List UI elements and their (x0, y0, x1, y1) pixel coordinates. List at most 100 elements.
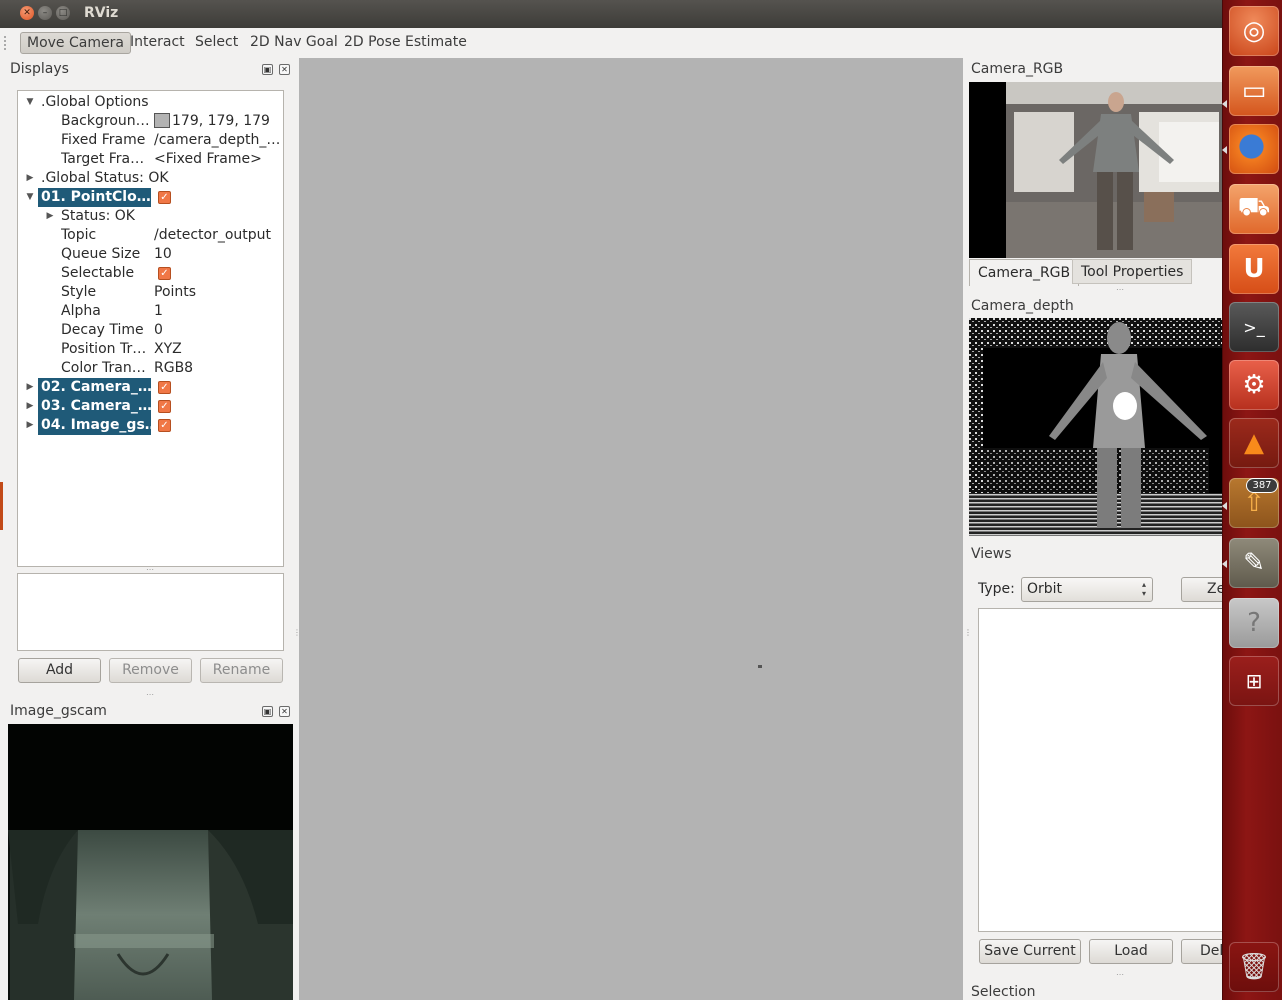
minimize-window-button[interactable]: – (38, 6, 52, 20)
tree-row-global-options[interactable]: ▼ .Global Options (18, 93, 283, 112)
close-icon[interactable]: ✕ (279, 706, 290, 717)
camera-rgb-panel-title: Camera_RGB (971, 61, 1064, 77)
tree-row-pointcloud[interactable]: ▼ 01. PointClo… ✓ (18, 188, 283, 207)
tree-row-image-gscam[interactable]: ▶ 04. Image_gs… ✓ (18, 416, 283, 435)
tree-row-camera-rgb[interactable]: ▶ 02. Camera_… ✓ (18, 378, 283, 397)
enabled-checkbox[interactable]: ✓ (158, 419, 171, 432)
toolbar-handle[interactable] (4, 36, 7, 50)
tree-row-selectable[interactable]: Selectable ✓ (18, 264, 283, 283)
enabled-checkbox[interactable]: ✓ (158, 400, 171, 413)
tool-move-camera[interactable]: Move Camera (20, 32, 131, 54)
color-swatch[interactable] (154, 113, 170, 128)
property-key: Style (61, 284, 97, 300)
close-icon[interactable]: ✕ (279, 64, 290, 75)
maximize-window-button[interactable]: □ (56, 6, 70, 20)
display-label-image-gscam[interactable]: 04. Image_gs… (38, 416, 151, 435)
property-key: Decay Time (61, 322, 144, 338)
tree-row-background[interactable]: Backgroun… 179, 179, 179 (18, 112, 283, 131)
help-icon[interactable]: ? (1229, 598, 1279, 648)
tree-row-alpha[interactable]: Alpha 1 (18, 302, 283, 321)
display-label-camera[interactable]: 02. Camera_… (38, 378, 151, 397)
save-current-button[interactable]: Save Current (979, 939, 1081, 964)
tree-row-decay-time[interactable]: Decay Time 0 (18, 321, 283, 340)
property-value[interactable]: /detector_output (154, 226, 281, 245)
expanded-arrow-icon[interactable]: ▼ (25, 93, 35, 112)
collapsed-arrow-icon[interactable]: ▶ (25, 416, 35, 435)
tree-row-topic[interactable]: Topic /detector_output (18, 226, 283, 245)
camera-depth-panel-title: Camera_depth (971, 298, 1074, 314)
firefox-icon[interactable] (1229, 124, 1279, 174)
ubuntu-one-icon[interactable]: U (1229, 244, 1279, 294)
collapsed-arrow-icon[interactable]: ▶ (45, 207, 55, 226)
property-key: Fixed Frame (61, 132, 146, 148)
property-value[interactable]: 179, 179, 179 (154, 112, 281, 131)
3d-viewport[interactable] (299, 58, 963, 1000)
tree-row-color-transformer[interactable]: Color Tran… RGB8 (18, 359, 283, 378)
undock-icon[interactable]: ▣ (262, 706, 273, 717)
remove-display-button[interactable]: Remove (109, 658, 192, 683)
tree-row-global-status[interactable]: ▶ .Global Status: OK (18, 169, 283, 188)
load-button[interactable]: Load (1089, 939, 1173, 964)
property-value[interactable]: 1 (154, 302, 281, 321)
property-key: Target Fra… (61, 151, 145, 167)
property-value[interactable]: Points (154, 283, 281, 302)
collapsed-arrow-icon[interactable]: ▶ (25, 169, 35, 188)
property-value[interactable]: <Fixed Frame> (154, 150, 281, 169)
files-icon[interactable]: ▭ (1229, 66, 1279, 116)
undock-icon[interactable]: ▣ (262, 64, 273, 75)
tree-row-queue-size[interactable]: Queue Size 10 (18, 245, 283, 264)
enabled-checkbox[interactable]: ✓ (158, 381, 171, 394)
workspace-switcher-icon[interactable]: ⊞ (1229, 656, 1279, 706)
trash-icon[interactable]: 🗑 (1229, 942, 1279, 992)
property-key: Alpha (61, 303, 101, 319)
tree-row-target-frame[interactable]: Target Fra… <Fixed Frame> (18, 150, 283, 169)
views-list[interactable] (978, 608, 1224, 932)
property-value[interactable]: XYZ (154, 340, 281, 359)
system-settings-icon[interactable]: ⚙ (1229, 360, 1279, 410)
splitter-handle[interactable]: ⋮ (964, 628, 972, 637)
splitter-handle[interactable]: ⋯ (146, 690, 154, 699)
terminal-icon[interactable]: >_ (1229, 302, 1279, 352)
tool-2d-pose-estimate[interactable]: 2D Pose Estimate (338, 32, 473, 54)
property-value[interactable]: RGB8 (154, 359, 281, 378)
expanded-arrow-icon[interactable]: ▼ (25, 188, 35, 207)
launcher-pointer-icon (1222, 560, 1227, 568)
view-type-select[interactable]: Orbit ▴ ▾ (1021, 577, 1153, 602)
window-title: RViz (84, 5, 119, 21)
property-key: Topic (61, 227, 97, 243)
unity-launcher: ◎ ▭ ⛟ U >_ ⚙ ▲ ⇧ ✎ ? ⊞ 🗑 (1222, 0, 1282, 1000)
camera-rgb-view (969, 82, 1224, 258)
vlc-icon[interactable]: ▲ (1229, 418, 1279, 468)
display-label-pointcloud[interactable]: 01. PointClo… (38, 188, 151, 207)
ubuntu-icon[interactable]: ◎ (1229, 6, 1279, 56)
tab-tool-properties[interactable]: Tool Properties (1072, 259, 1193, 284)
tree-row-position-transformer[interactable]: Position Tr… XYZ (18, 340, 283, 359)
software-center-icon[interactable]: ⛟ (1229, 184, 1279, 234)
add-display-button[interactable]: Add (18, 658, 101, 683)
tree-row-fixed-frame[interactable]: Fixed Frame /camera_depth_… (18, 131, 283, 150)
tool-interact[interactable]: Interact (124, 32, 191, 54)
tool-2d-nav-goal[interactable]: 2D Nav Goal (244, 32, 344, 54)
displays-tree[interactable]: ▼ .Global Options Backgroun… 179, 179, 1… (17, 90, 284, 567)
close-window-button[interactable]: ✕ (20, 6, 34, 20)
collapsed-arrow-icon[interactable]: ▶ (25, 397, 35, 416)
tab-camera-rgb[interactable]: Camera_RGB (969, 259, 1080, 286)
gimp-icon[interactable]: ✎ (1229, 538, 1279, 588)
tree-row-camera-depth[interactable]: ▶ 03. Camera_… ✓ (18, 397, 283, 416)
property-value[interactable]: 0 (154, 321, 281, 340)
splitter-handle[interactable]: ⋯ (1116, 970, 1124, 979)
property-value[interactable]: 10 (154, 245, 281, 264)
tree-row-status[interactable]: ▶ Status: OK (18, 207, 283, 226)
tool-select[interactable]: Select (189, 32, 244, 54)
property-key: Selectable (61, 265, 135, 281)
view-type-value: Orbit (1027, 581, 1063, 597)
splitter-handle[interactable]: ⋯ (1116, 285, 1124, 294)
image-gscam-view (8, 724, 293, 1000)
tree-row-style[interactable]: Style Points (18, 283, 283, 302)
rename-display-button[interactable]: Rename (200, 658, 283, 683)
selectable-checkbox[interactable]: ✓ (158, 267, 171, 280)
display-label-camera[interactable]: 03. Camera_… (38, 397, 151, 416)
property-value[interactable]: /camera_depth_… (154, 131, 281, 150)
collapsed-arrow-icon[interactable]: ▶ (25, 378, 35, 397)
enabled-checkbox[interactable]: ✓ (158, 191, 171, 204)
